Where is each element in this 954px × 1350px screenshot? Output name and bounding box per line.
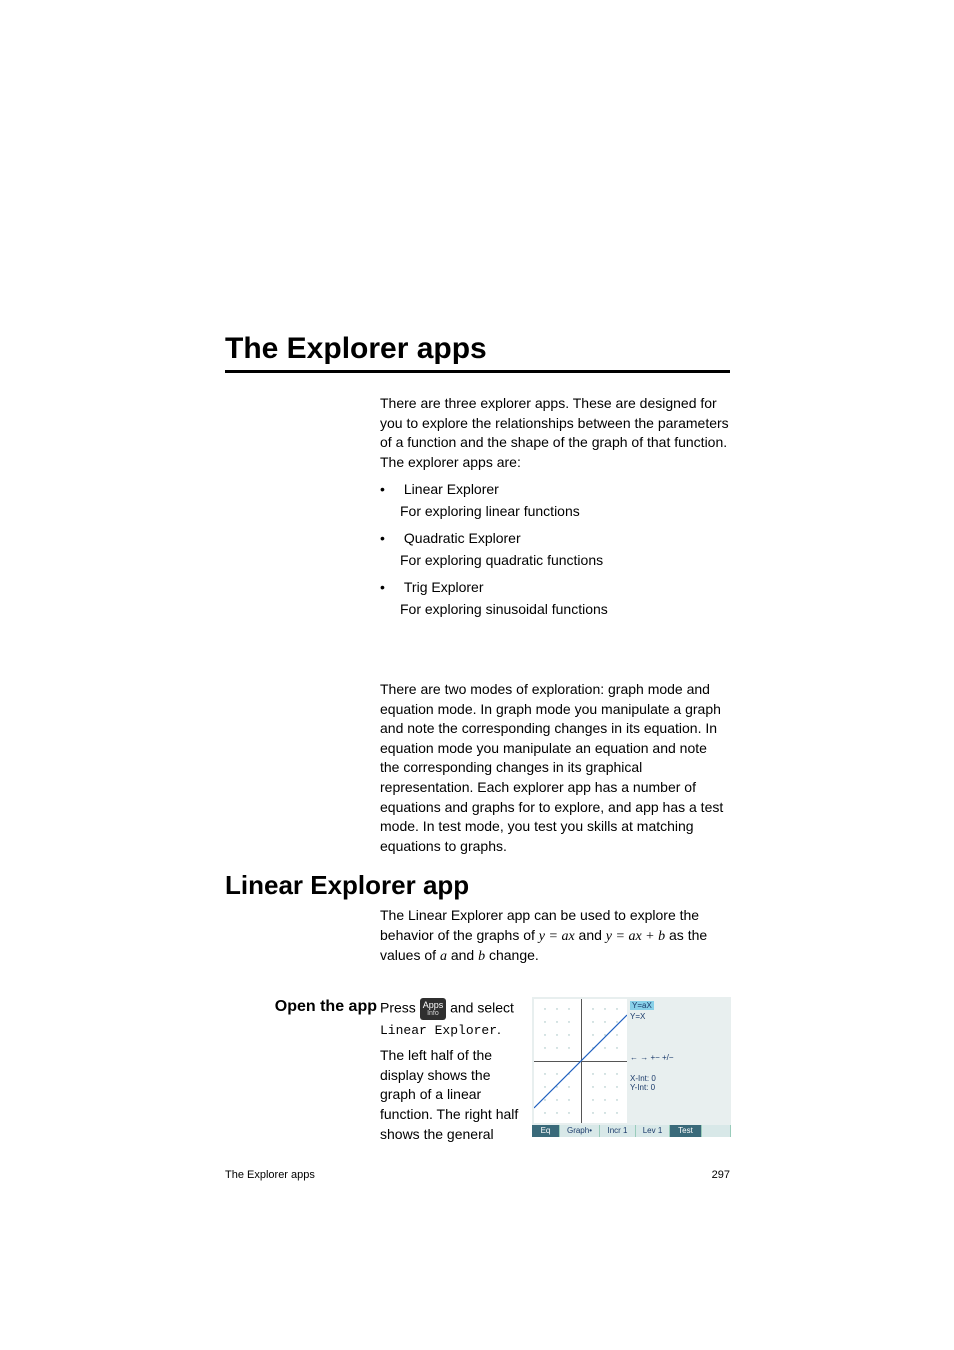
item-desc: For exploring quadratic functions	[400, 551, 730, 571]
title-rule	[225, 370, 730, 373]
chapter-title: The Explorer apps	[225, 332, 730, 366]
softkey-blank	[702, 1125, 731, 1137]
calc-plot-area	[534, 999, 627, 1123]
t: change.	[489, 947, 539, 963]
equation-1: y = ax	[539, 929, 575, 944]
calculator-screenshot: Y=aX Y=X ← → +− +/− X-Int: 0 Y-Int: 0 Eq…	[532, 997, 731, 1137]
var-a: a	[440, 949, 447, 964]
list-item: • Trig Explorer For exploring sinusoidal…	[380, 578, 730, 619]
bullet-icon: •	[380, 529, 400, 549]
calc-eq-current: Y=X	[630, 1012, 728, 1021]
item-name: Linear Explorer	[404, 480, 499, 500]
t: .	[497, 1021, 501, 1037]
bullet-icon: •	[380, 480, 400, 500]
calc-yint: Y-Int: 0	[630, 1083, 728, 1092]
list-item: • Quadratic Explorer For exploring quadr…	[380, 529, 730, 570]
softkey-eq[interactable]: Eq	[532, 1125, 560, 1137]
intro-paragraph: There are three explorer apps. These are…	[380, 394, 730, 476]
t: Press	[380, 1000, 420, 1016]
softkey-incr[interactable]: Incr 1	[600, 1125, 636, 1137]
t: and	[451, 947, 478, 963]
step-text: Press Apps Info and select Linear Explor…	[380, 998, 525, 1144]
softkey-lev[interactable]: Lev 1	[636, 1125, 670, 1137]
softkey-test[interactable]: Test	[670, 1125, 702, 1137]
footer-chapter: The Explorer apps	[225, 1169, 315, 1181]
var-b: b	[478, 949, 485, 964]
list-item: • Linear Explorer For exploring linear f…	[380, 480, 730, 521]
key-top: Apps	[423, 1000, 444, 1010]
apps-key-icon: Apps Info	[420, 998, 447, 1020]
bullet-icon: •	[380, 578, 400, 598]
intro-text: There are three explorer apps. These are…	[380, 394, 730, 472]
menu-item-name: Linear Explorer	[380, 1023, 497, 1038]
item-name: Trig Explorer	[404, 578, 484, 598]
step-p2: The left half of the display shows the g…	[380, 1046, 525, 1144]
page-number: 297	[712, 1169, 730, 1181]
subsection-title: Open the app	[257, 998, 377, 1016]
explorer-list: • Linear Explorer For exploring linear f…	[380, 480, 730, 628]
section-title: Linear Explorer app	[225, 870, 730, 901]
calc-side-panel: Y=aX Y=X ← → +− +/− X-Int: 0 Y-Int: 0	[630, 999, 728, 1123]
linear-graph-line	[534, 999, 627, 1123]
key-sub: Info	[423, 1010, 444, 1017]
calc-eq-template: Y=aX	[630, 1001, 654, 1010]
calc-softkey-menu: Eq Graph• Incr 1 Lev 1 Test	[532, 1125, 731, 1137]
item-desc: For exploring linear functions	[400, 502, 730, 522]
t: and select	[450, 1000, 514, 1016]
t: and	[579, 927, 606, 943]
section-desc: The Linear Explorer app can be used to e…	[380, 906, 730, 967]
item-name: Quadratic Explorer	[404, 529, 521, 549]
item-desc: For exploring sinusoidal functions	[400, 600, 730, 620]
calc-xint: X-Int: 0	[630, 1074, 728, 1083]
equation-2: y = ax + b	[606, 929, 665, 944]
modes-paragraph: There are two modes of exploration: grap…	[380, 680, 730, 856]
softkey-graph[interactable]: Graph•	[560, 1125, 600, 1137]
calc-arrow-hints: ← → +− +/−	[630, 1053, 728, 1062]
